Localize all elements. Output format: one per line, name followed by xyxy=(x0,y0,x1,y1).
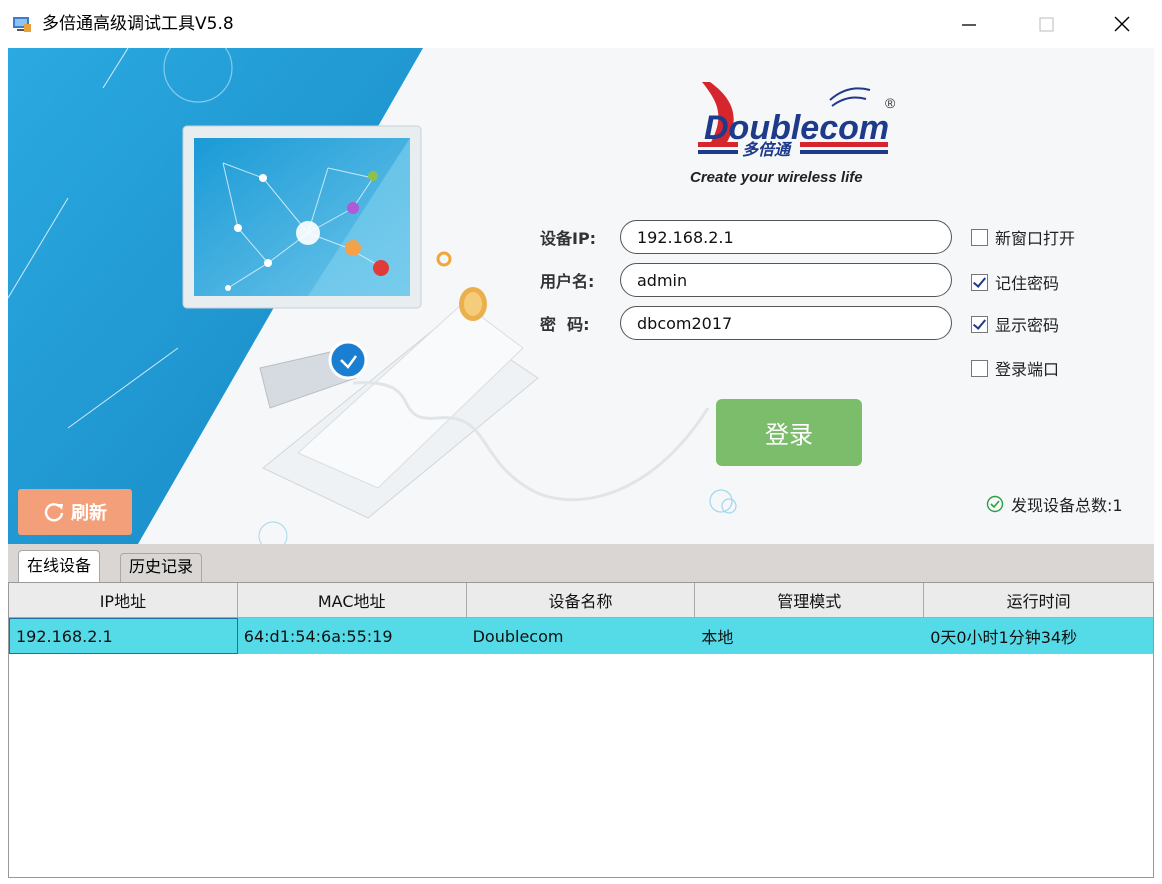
column-header-mac[interactable]: MAC地址 xyxy=(237,583,467,618)
remember-password-label: 记住密码 xyxy=(995,274,1060,293)
table-header: IP地址 MAC地址 设备名称 管理模式 运行时间 xyxy=(9,583,1153,618)
username-input[interactable] xyxy=(620,263,952,297)
window-title: 多倍通高级调试工具V5.8 xyxy=(42,14,234,34)
remember-password-checkbox[interactable]: 记住密码 xyxy=(971,270,1059,294)
username-row: 用户名: xyxy=(540,263,952,297)
tab-online-devices[interactable]: 在线设备 xyxy=(18,550,101,582)
login-port-label: 登录端口 xyxy=(995,360,1060,379)
svg-text:®: ® xyxy=(885,95,896,111)
password-label: 密 码: xyxy=(540,315,590,334)
new-window-label: 新窗口打开 xyxy=(995,229,1076,248)
maximize-icon xyxy=(1039,17,1054,32)
ip-label: 设备IP: xyxy=(540,229,597,248)
device-count-text: 发现设备总数:1 xyxy=(1011,496,1123,515)
minimize-button[interactable] xyxy=(940,0,996,48)
show-password-label: 显示密码 xyxy=(995,316,1060,335)
refresh-label: 刷新 xyxy=(71,503,107,524)
password-input[interactable] xyxy=(620,306,952,340)
maximize-button[interactable] xyxy=(1018,0,1074,48)
ip-input[interactable] xyxy=(620,220,952,254)
new-window-checkbox[interactable]: 新窗口打开 xyxy=(971,225,1075,249)
doublecom-logo: Doublecom ® 多倍通 Create your wireless lif… xyxy=(690,82,896,186)
ip-row: 设备IP: xyxy=(540,220,952,254)
checkbox-empty-icon xyxy=(971,359,988,377)
username-label: 用户名: xyxy=(540,272,595,291)
refresh-button[interactable]: 刷新 xyxy=(18,489,132,535)
tab-bar: 在线设备 历史记录 xyxy=(8,544,1154,582)
refresh-icon xyxy=(44,503,64,522)
checkbox-checked-icon xyxy=(971,273,988,291)
close-icon xyxy=(1114,16,1130,32)
show-password-checkbox[interactable]: 显示密码 xyxy=(971,312,1059,336)
svg-text:Doublecom: Doublecom xyxy=(704,109,889,147)
svg-text:多倍通: 多倍通 xyxy=(742,140,793,159)
login-button[interactable]: 登录 xyxy=(716,399,862,466)
device-table: IP地址 MAC地址 设备名称 管理模式 运行时间 192.168.2.1 64… xyxy=(8,582,1154,878)
cell-device-name: Doublecom xyxy=(472,626,564,646)
column-header-uptime[interactable]: 运行时间 xyxy=(924,583,1153,618)
svg-text:Create your wireless life: Create your wireless life xyxy=(690,169,863,186)
password-row: 密 码: xyxy=(540,306,952,340)
tab-history[interactable]: 历史记录 xyxy=(120,553,203,582)
cell-mac: 64:d1:54:6a:55:19 xyxy=(243,626,393,646)
login-panel: Doublecom ® 多倍通 Create your wireless lif… xyxy=(8,48,1154,544)
checkbox-checked-icon xyxy=(971,315,988,333)
title-bar: 多倍通高级调试工具V5.8 xyxy=(0,0,1162,48)
column-header-device-name[interactable]: 设备名称 xyxy=(466,583,696,618)
column-header-ip[interactable]: IP地址 xyxy=(9,583,238,618)
cell-ip: 192.168.2.1 xyxy=(9,618,238,654)
login-port-checkbox[interactable]: 登录端口 xyxy=(971,356,1059,380)
minimize-icon xyxy=(962,24,976,26)
device-count-status: 发现设备总数:1 xyxy=(986,492,1123,516)
column-header-mode[interactable]: 管理模式 xyxy=(695,583,925,618)
app-icon xyxy=(13,17,31,32)
cell-uptime: 0天0小时1分钟34秒 xyxy=(930,628,1078,647)
close-button[interactable] xyxy=(1094,0,1150,48)
check-circle-icon xyxy=(986,495,1004,513)
checkbox-empty-icon xyxy=(971,228,988,246)
table-row[interactable]: 192.168.2.1 64:d1:54:6a:55:19 Doublecom … xyxy=(9,618,1153,654)
cell-mode: 本地 xyxy=(701,628,734,647)
